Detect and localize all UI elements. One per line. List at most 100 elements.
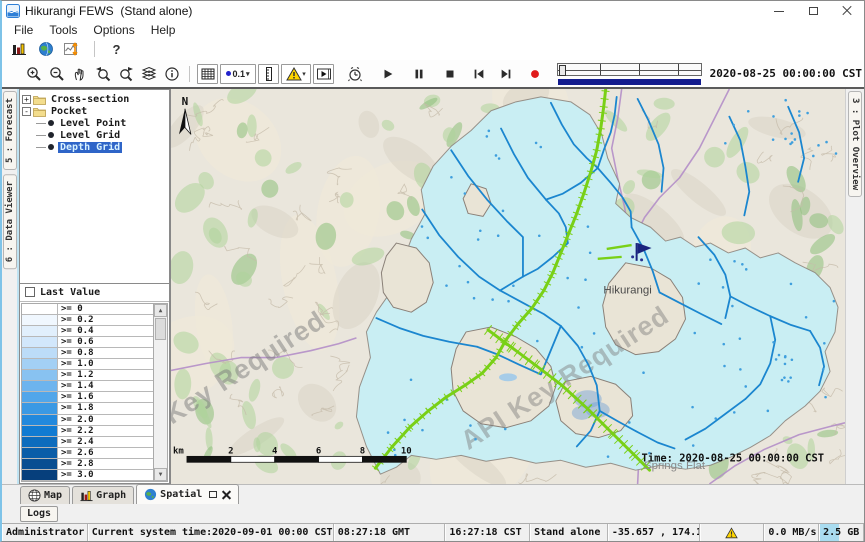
tab-maximize-icon[interactable] [209, 491, 217, 498]
legend-scrollbar[interactable]: ▲ ▼ [153, 304, 167, 481]
zoom-in-button[interactable] [23, 64, 44, 84]
legend-color-swatch [22, 415, 58, 425]
time-span-bar [558, 79, 701, 85]
record-button[interactable] [524, 64, 545, 84]
tree-item-level-point[interactable]: Level Point [22, 117, 167, 129]
scroll-thumb[interactable] [155, 318, 166, 340]
status-segment-0: Administrator [2, 524, 88, 541]
last-value-checkbox[interactable] [25, 287, 35, 297]
tree-expander-icon[interactable]: - [22, 107, 31, 116]
wireframe-globe-icon [28, 489, 41, 502]
legend-class-label: >= 2.2 [58, 426, 153, 436]
first-timestep-button[interactable] [468, 64, 489, 84]
menu-options[interactable]: Options [85, 23, 142, 37]
logs-row: Logs [2, 504, 864, 523]
layers-button[interactable] [138, 64, 159, 84]
tab-map[interactable]: Map [20, 486, 70, 504]
map-viewport[interactable]: API Key Required API Key Required Hikura… [170, 89, 845, 484]
timer-clock-icon [347, 66, 363, 82]
scale-unit-label: km [173, 446, 184, 456]
status-segment-7: 0.0 MB/s [764, 524, 819, 541]
last-value-label: Last Value [40, 287, 100, 298]
content-area: 5 : Forecast 6 : Data Viewer +Cross-sect… [2, 87, 864, 484]
minimize-button[interactable] [762, 1, 796, 21]
tab-spatial[interactable]: Spatial [136, 484, 239, 504]
toolbar-separator [189, 66, 190, 82]
tab-graph[interactable]: Graph [72, 486, 134, 504]
globe-icon [144, 488, 157, 501]
close-button[interactable] [830, 1, 864, 21]
tree-bullet-icon [48, 144, 54, 150]
time-slider-track[interactable] [557, 63, 702, 76]
bar-chart-icon [11, 41, 27, 57]
timeseries-dialog-button[interactable] [62, 39, 83, 59]
scroll-down-icon[interactable]: ▼ [154, 468, 167, 481]
menu-help[interactable]: Help [143, 23, 184, 37]
animation-button[interactable] [313, 64, 334, 84]
class-interval-dropdown[interactable]: 0.1 ▾ [220, 64, 256, 84]
scale-tick-label: 2 [228, 446, 233, 456]
legend-row: >= 2.8 [22, 459, 153, 470]
left-tab-strip: 5 : Forecast 6 : Data Viewer [2, 89, 19, 484]
legend-header: Last Value [20, 284, 169, 302]
pause-icon [412, 67, 426, 81]
help-button[interactable]: ? [106, 39, 127, 59]
status-text: 16:27:18 CST [449, 527, 521, 538]
spatial-display-button[interactable] [35, 39, 56, 59]
legend-class-label: >= 2.6 [58, 448, 153, 458]
current-datetime: 2020-08-25 00:00:00 CST [710, 67, 862, 80]
pan-button[interactable] [69, 64, 90, 84]
status-text: -35.657 , 174.199 [612, 527, 700, 538]
tab-close-icon[interactable] [222, 490, 231, 499]
data-explorer-button[interactable] [8, 39, 29, 59]
time-slider-ticks [562, 64, 697, 75]
tree-item-cross-section[interactable]: +Cross-section [22, 93, 167, 105]
legend-class-label: >= 1.0 [58, 359, 153, 369]
close-icon [842, 6, 852, 16]
legend-class-label: >= 1.8 [58, 403, 153, 413]
play-button[interactable] [377, 64, 398, 84]
tab-label: Map [44, 490, 62, 501]
legend-row: >= 1.4 [22, 381, 153, 392]
status-text: 08:27:18 GMT [338, 527, 410, 538]
animation-settings-button[interactable] [344, 64, 365, 84]
grid-display-button[interactable] [197, 64, 218, 84]
thresholds-dropdown[interactable]: ▾ [281, 64, 311, 84]
grid-icon [200, 66, 216, 82]
map-canvas[interactable]: API Key Required API Key Required Hikura… [171, 89, 845, 484]
info-button[interactable] [161, 64, 182, 84]
zoom-next-button[interactable] [115, 64, 136, 84]
time-slider-handle[interactable] [559, 65, 566, 76]
tree-expander-icon[interactable]: + [22, 95, 31, 104]
scroll-track[interactable] [154, 317, 167, 468]
gauge-icon [261, 66, 277, 82]
tab-forecast[interactable]: 5 : Forecast [3, 91, 17, 170]
menu-file[interactable]: File [6, 23, 41, 37]
pause-button[interactable] [408, 64, 429, 84]
chevron-down-icon: ▾ [302, 70, 306, 78]
maximize-button[interactable] [796, 1, 830, 21]
tree-item-pocket[interactable]: -Pocket [22, 105, 167, 117]
stop-button[interactable] [439, 64, 460, 84]
movie-icon [316, 66, 332, 82]
tree-item-level-grid[interactable]: Level Grid [22, 129, 167, 141]
zoom-previous-button[interactable] [92, 64, 113, 84]
tree-branch-line [36, 123, 46, 124]
logs-button[interactable]: Logs [20, 506, 58, 522]
menu-tools[interactable]: Tools [41, 23, 85, 37]
legend-row: >= 1.2 [22, 370, 153, 381]
map-toolbar: 0.1 ▾ ▾ [2, 60, 864, 87]
zoom-out-button[interactable] [46, 64, 67, 84]
gauge-display-button[interactable] [258, 64, 279, 84]
skip-start-icon [472, 67, 486, 81]
warning-icon [286, 66, 302, 82]
tree-item-depth-grid[interactable]: Depth Grid [22, 141, 167, 153]
interval-value: 0.1 [232, 69, 245, 79]
last-timestep-button[interactable] [495, 64, 516, 84]
legend-color-swatch [22, 304, 58, 314]
time-slider[interactable] [557, 62, 702, 86]
scale-tick-label: 6 [316, 446, 321, 456]
scroll-up-icon[interactable]: ▲ [154, 304, 167, 317]
tab-plot-overview[interactable]: 3 : Plot Overview [848, 91, 862, 197]
tab-data-viewer[interactable]: 6 : Data Viewer [3, 174, 17, 269]
